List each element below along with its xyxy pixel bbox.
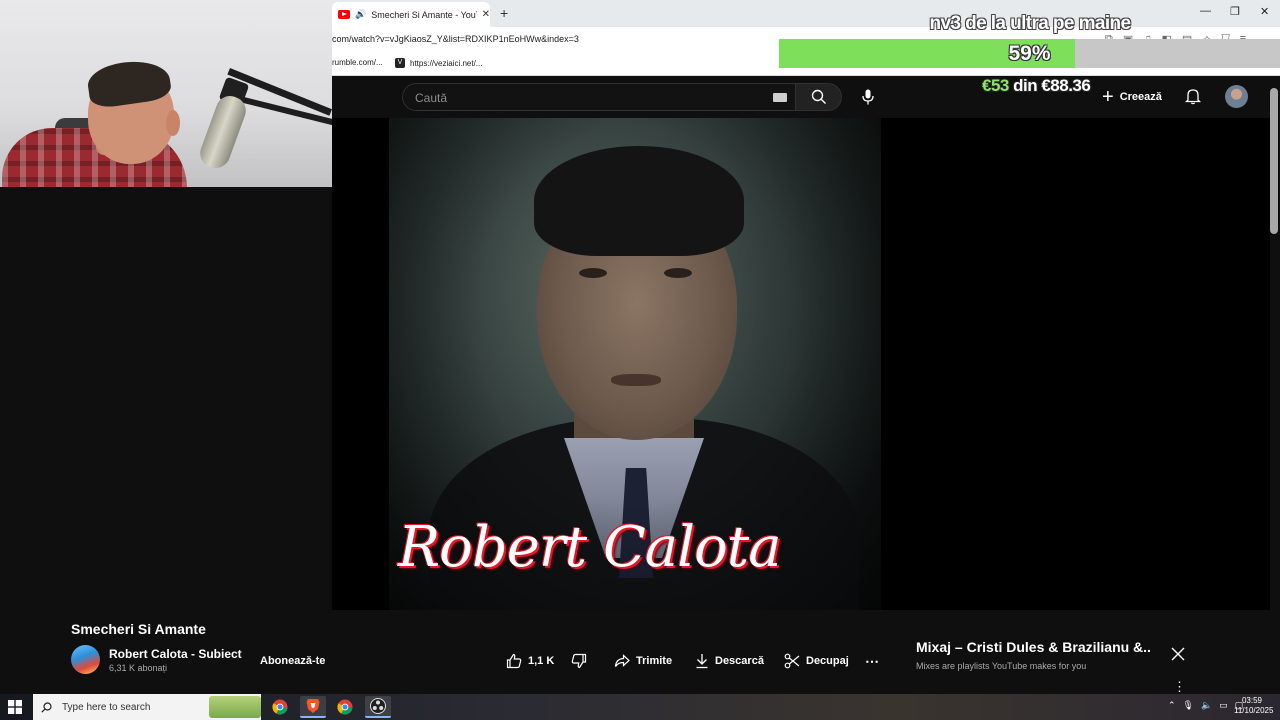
- close-window-button[interactable]: ✕: [1260, 5, 1269, 18]
- minimize-button[interactable]: —: [1200, 5, 1211, 17]
- bookmark-label: https://veziaici.net/...: [410, 58, 483, 68]
- clock-time: 03:59: [1241, 696, 1263, 705]
- webcam-overlay: [0, 0, 332, 187]
- thumbs-up-icon: [506, 653, 522, 669]
- start-button[interactable]: [8, 700, 22, 714]
- clip-label: Decupaj: [806, 655, 849, 667]
- notifications-button[interactable]: [1184, 87, 1204, 107]
- taskbar-obs[interactable]: [365, 696, 391, 718]
- search-icon: [811, 89, 826, 104]
- like-button[interactable]: 1,1 K: [506, 650, 554, 672]
- like-count: 1,1 K: [528, 655, 555, 667]
- tab-title: Smecheri Si Amante - YouTube: [371, 9, 476, 20]
- goal-joiner: din: [1013, 76, 1038, 95]
- clip-button[interactable]: Decupaj: [784, 650, 849, 672]
- search-highlight-image: [209, 696, 261, 718]
- account-avatar[interactable]: [1225, 85, 1248, 108]
- search-box[interactable]: [402, 83, 795, 112]
- microphone-icon: [862, 89, 874, 105]
- channel-avatar[interactable]: [71, 645, 100, 674]
- share-button[interactable]: Trimite: [614, 650, 672, 672]
- bell-icon: [1184, 89, 1202, 105]
- tab-close-icon[interactable]: ✕: [482, 9, 490, 20]
- voice-search-button[interactable]: [857, 86, 879, 108]
- download-icon: [696, 654, 708, 669]
- taskbar-brave[interactable]: [300, 696, 326, 718]
- goal-progress-bar: 59%: [779, 39, 1280, 68]
- subscriber-count: 6,31 K abonați: [109, 663, 168, 673]
- close-icon: [1171, 647, 1185, 661]
- chevron-up-icon[interactable]: ⌃: [1168, 700, 1176, 711]
- taskbar-clock[interactable]: 03:59 11/10/2025: [1234, 696, 1274, 716]
- mix-subtitle: Mixes are playlists YouTube makes for yo…: [916, 661, 1087, 671]
- youtube-favicon-icon: [338, 10, 350, 19]
- url-field[interactable]: com/watch?v=vJgKiaosZ_Y&list=RDXIKP1nEoH…: [332, 34, 579, 44]
- microphone-icon[interactable]: 🎙: [1183, 700, 1194, 711]
- goal-current-amount: €53: [982, 76, 1009, 95]
- create-label: Creează: [1119, 91, 1162, 103]
- display-icon[interactable]: ▭: [1219, 700, 1228, 711]
- speaker-icon: 🔊: [355, 9, 367, 19]
- search-icon: [41, 701, 52, 713]
- mix-title[interactable]: Mixaj – Cristi Dules & Brazilianu &...: [916, 639, 1151, 655]
- download-button[interactable]: Descarcă: [695, 650, 764, 672]
- thumbs-down-icon: [571, 653, 587, 669]
- restore-button[interactable]: ❐: [1230, 5, 1240, 18]
- more-vertical-icon[interactable]: ⋮: [1173, 679, 1186, 695]
- share-arrow-icon: [614, 654, 630, 667]
- more-actions-button[interactable]: ⋯: [865, 650, 879, 672]
- bookmark-label: rumble.com/...: [332, 58, 383, 67]
- more-horizontal-icon: ⋯: [865, 652, 879, 669]
- taskbar-search-input[interactable]: [60, 700, 204, 714]
- chrome-icon: [337, 699, 353, 715]
- volume-icon[interactable]: 🔈: [1201, 700, 1212, 711]
- scissors-icon: [784, 653, 800, 669]
- goal-target-amount: €88.36: [1041, 76, 1091, 95]
- obs-icon: [370, 698, 386, 714]
- subscribe-button[interactable]: Abonează-te: [252, 648, 333, 674]
- bookmark-item[interactable]: rumble.com/...: [332, 58, 383, 67]
- new-tab-button[interactable]: +: [500, 5, 508, 21]
- close-mix-button[interactable]: [1170, 646, 1188, 664]
- chrome-icon: [272, 699, 288, 715]
- dislike-button[interactable]: [571, 650, 587, 672]
- goal-amount: €53 din €88.36: [982, 76, 1091, 96]
- video-caption-text: Robert Calota: [398, 515, 782, 580]
- bookmark-favicon-icon: V: [395, 58, 405, 68]
- plus-icon: +: [1102, 86, 1114, 108]
- search-button[interactable]: [795, 83, 842, 111]
- page-scrollbar[interactable]: [1270, 88, 1278, 234]
- browser-tab[interactable]: 🔊 Smecheri Si Amante - YouTube ✕: [332, 2, 490, 27]
- share-label: Trimite: [636, 655, 673, 667]
- brave-lion-icon: [306, 699, 320, 713]
- create-button[interactable]: + Creează: [1102, 86, 1162, 108]
- bookmark-item[interactable]: V https://veziaici.net/...: [395, 58, 482, 68]
- channel-name[interactable]: Robert Calota - Subiect: [109, 647, 242, 661]
- windows-logo-icon: [8, 700, 22, 714]
- taskbar-chrome[interactable]: [267, 696, 293, 718]
- video-title: Smecheri Si Amante: [71, 621, 206, 637]
- goal-title: nv3 de la ultra pe maine: [929, 13, 1131, 34]
- download-label: Descarcă: [715, 655, 764, 667]
- clock-date: 11/10/2025: [1234, 706, 1274, 715]
- keyboard-icon[interactable]: [773, 93, 787, 102]
- search-input[interactable]: [413, 84, 757, 112]
- system-tray: ⌃ 🎙 🔈 ▭ ▢: [1168, 700, 1243, 711]
- goal-percent: 59%: [1008, 42, 1051, 65]
- taskbar-chrome-2[interactable]: [332, 696, 358, 718]
